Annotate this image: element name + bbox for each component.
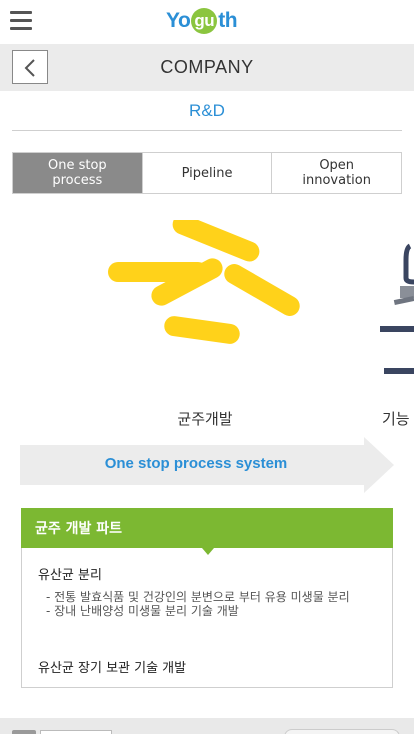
bullet-list: - 전통 발효식품 및 건강인의 분변으로 부터 유용 미생물 분리 - 장내 … xyxy=(46,590,381,618)
logo-text-part: th xyxy=(218,9,238,32)
slide-caption: 균주개발 xyxy=(177,410,233,428)
slide-caption-next: 기능 xyxy=(382,410,410,428)
strain-development-illustration xyxy=(108,220,300,344)
brand-logo[interactable]: Yo gu th xyxy=(166,8,238,40)
section-title: 유산균 분리 xyxy=(38,568,102,583)
card-header-title: 균주 개발 파트 xyxy=(35,521,123,537)
bullet-item: - 장내 난배양성 미생물 분리 기술 개발 xyxy=(46,604,239,618)
logo-text-badge: gu xyxy=(191,8,218,34)
lab-equipment-illustration xyxy=(380,243,414,374)
card-header: 균주 개발 파트 xyxy=(21,508,393,548)
section-subtitle: R&D xyxy=(189,101,225,120)
tab-one-stop-process[interactable]: One stop process xyxy=(13,153,142,193)
tab-open-innovation[interactable]: Open innovation xyxy=(271,153,402,193)
tab-pipeline[interactable]: Pipeline xyxy=(141,153,272,193)
divider xyxy=(12,130,402,131)
tab-label: Open innovation xyxy=(302,158,371,188)
footer-button[interactable] xyxy=(284,729,400,734)
banner-text: One stop process system xyxy=(104,455,288,472)
card-notch xyxy=(202,548,214,555)
footer-bar xyxy=(0,718,414,734)
footer-icon[interactable] xyxy=(12,730,36,734)
tab-label: Pipeline xyxy=(181,165,233,181)
logo-text-part: Yo xyxy=(166,9,191,32)
tab-label: One stop process xyxy=(47,158,107,188)
hamburger-menu-icon[interactable] xyxy=(10,11,32,31)
page-title: COMPANY xyxy=(160,57,254,77)
bullet-item: - 전통 발효식품 및 건강인의 분변으로 부터 유용 미생물 분리 xyxy=(46,590,350,604)
detail-card: 균주 개발 파트 유산균 분리 - 전통 발효식품 및 건강인의 분변으로 부터… xyxy=(21,508,393,688)
tab-bar: One stop process Pipeline Open innovatio… xyxy=(12,152,402,194)
top-header: Yo gu th xyxy=(0,0,414,44)
company-bar: COMPANY xyxy=(0,44,414,91)
section-title: 유산균 장기 보관 기술 개발 xyxy=(38,661,187,676)
footer-select[interactable] xyxy=(40,730,112,734)
